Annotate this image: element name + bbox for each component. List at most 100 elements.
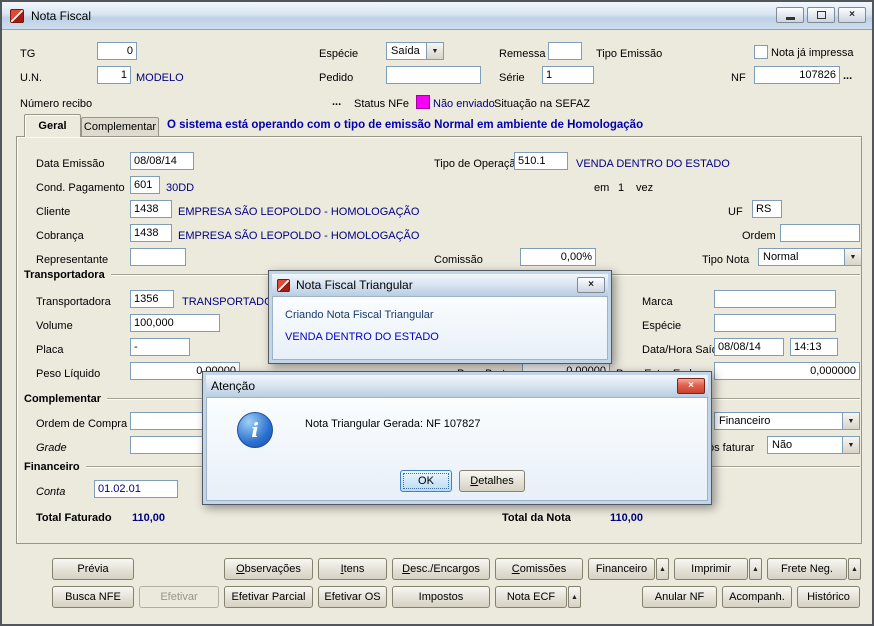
close-icon: × (688, 380, 694, 391)
grade-label: Grade (36, 442, 67, 454)
cond-pagamento-label: Cond. Pagamento (36, 182, 125, 194)
numero-recibo-label: Número recibo (20, 98, 93, 110)
marca-input[interactable] (714, 290, 836, 308)
volume-input[interactable] (130, 314, 220, 332)
financeiro-button[interactable]: Financeiro (588, 558, 655, 580)
window-title: Nota Fiscal (31, 8, 92, 23)
nf-input[interactable] (754, 66, 840, 84)
transportadora-desc: TRANSPORTADOR (182, 296, 281, 308)
app-icon (10, 8, 24, 23)
ok-button-label: OK (418, 475, 434, 487)
detalhes-button-label: Detalhes (470, 475, 514, 487)
tab-geral[interactable]: Geral (24, 114, 81, 137)
anular-nf-button[interactable]: Anular NF (642, 586, 717, 608)
representante-input[interactable] (130, 248, 186, 266)
nota-ja-impressa-checkbox[interactable] (754, 45, 768, 59)
ordem-compra-label: Ordem de Compra (36, 418, 128, 430)
tipo-operacao-input[interactable] (514, 152, 568, 170)
tipo-nota-combo-value: Normal (763, 251, 799, 263)
itens-button[interactable]: Itens (318, 558, 387, 580)
chevron-down-icon[interactable]: ▼ (844, 249, 861, 265)
imprimir-button[interactable]: Imprimir (674, 558, 748, 580)
desc-encargos-button-label: Desc./Encargos (402, 563, 480, 575)
anular-nf-button-label: Anular NF (654, 591, 705, 603)
cobranca-input[interactable] (130, 224, 172, 242)
complementar-group-title: Complementar (24, 393, 102, 405)
nota-ecf-button-label: Nota ECF (506, 591, 556, 603)
observacoes-button[interactable]: Observações (224, 558, 313, 580)
detalhes-button[interactable]: Detalhes (459, 470, 525, 492)
triangular-dialog-close-button[interactable]: × (577, 277, 605, 293)
title-bar: Nota Fiscal × (2, 2, 872, 30)
nota-ecf-dropup-button[interactable]: ▲ (568, 586, 581, 608)
total-faturado-value: 110,00 (132, 512, 166, 524)
chevron-down-icon[interactable]: ▼ (426, 43, 443, 59)
nf-label: NF (731, 72, 746, 84)
minimize-button[interactable] (776, 7, 804, 23)
tg-input[interactable] (97, 42, 137, 60)
ordem-input[interactable] (780, 224, 860, 242)
cliente-input[interactable] (130, 200, 172, 218)
busca-nfe-button[interactable]: Busca NFE (52, 586, 134, 608)
historico-button[interactable]: Histórico (797, 586, 860, 608)
chevron-down-icon[interactable]: ▼ (842, 413, 859, 429)
tab-complementar[interactable]: Complementar (81, 117, 159, 137)
financeiro-dropup-button[interactable]: ▲ (656, 558, 669, 580)
nota-ecf-button[interactable]: Nota ECF (495, 586, 567, 608)
frete-neg-button[interactable]: Frete Neg. (767, 558, 847, 580)
comissoes-button[interactable]: Comissões (495, 558, 583, 580)
especie-combo[interactable]: Saída ▼ (386, 42, 444, 60)
desc-encargos-button[interactable]: Desc./Encargos (392, 558, 490, 580)
frete-neg-dropup-button[interactable]: ▲ (848, 558, 861, 580)
uf-label: UF (728, 206, 743, 218)
tipo-nota-combo[interactable]: Normal ▼ (758, 248, 862, 266)
dropup-icon: ▲ (571, 594, 578, 601)
serie-label: Série (499, 72, 525, 84)
especie-transporte-input[interactable] (714, 314, 836, 332)
acompanh-button[interactable]: Acompanh. (722, 586, 792, 608)
previa-button[interactable]: Prévia (52, 558, 134, 580)
pedido-input[interactable] (386, 66, 481, 84)
peso-extra-input[interactable] (714, 362, 860, 380)
efetivar-parcial-button[interactable]: Efetivar Parcial (224, 586, 313, 608)
impostos-button[interactable]: Impostos (392, 586, 490, 608)
placa-input[interactable] (130, 338, 190, 356)
atencao-dialog-close-button[interactable]: × (677, 378, 705, 394)
data-emissao-input[interactable] (130, 152, 194, 170)
conta-input[interactable] (94, 480, 178, 498)
imprimir-button-label: Imprimir (691, 563, 731, 575)
total-faturado-label: Total Faturado (36, 512, 112, 524)
total-nota-value: 110,00 (610, 512, 644, 524)
numero-recibo-ellipsis-button[interactable]: ... (332, 96, 341, 108)
itens-button-label: Itens (340, 563, 365, 575)
previa-button-label: Prévia (77, 563, 109, 575)
un-input[interactable] (97, 66, 131, 84)
hora-saida-input[interactable] (790, 338, 838, 356)
close-button[interactable]: × (838, 7, 866, 23)
maximize-button[interactable] (807, 7, 835, 23)
nf-ellipsis-button[interactable]: ... (843, 70, 852, 82)
comissao-input[interactable] (520, 248, 596, 266)
window-controls: × (776, 7, 866, 23)
apos-faturar-combo[interactable]: Não ▼ (767, 436, 860, 454)
cond-pagamento-desc: 30DD (166, 182, 195, 194)
imprimir-dropup-button[interactable]: ▲ (749, 558, 762, 580)
financeiro-button-label: Financeiro (595, 563, 648, 575)
remessa-input[interactable] (548, 42, 582, 60)
transportadora-input[interactable] (130, 290, 174, 308)
info-icon-glyph: i (251, 418, 259, 442)
nota-fiscal-window: Nota Fiscal × TG Espécie Saída ▼ Remessa… (0, 0, 874, 626)
em-label: em (594, 182, 610, 194)
ok-button[interactable]: OK (400, 470, 452, 492)
uf-input[interactable] (752, 200, 782, 218)
data-saida-input[interactable] (714, 338, 784, 356)
chevron-down-icon[interactable]: ▼ (842, 437, 859, 453)
frete-combo[interactable]: Financeiro ▼ (714, 412, 860, 430)
tab-geral-label: Geral (38, 120, 67, 132)
cond-pagamento-input[interactable] (130, 176, 160, 194)
maximize-icon (816, 11, 826, 19)
serie-input[interactable] (542, 66, 594, 84)
especie-label: Espécie (319, 48, 359, 60)
efetivar-os-button[interactable]: Efetivar OS (318, 586, 387, 608)
acompanh-button-label: Acompanh. (729, 591, 785, 603)
